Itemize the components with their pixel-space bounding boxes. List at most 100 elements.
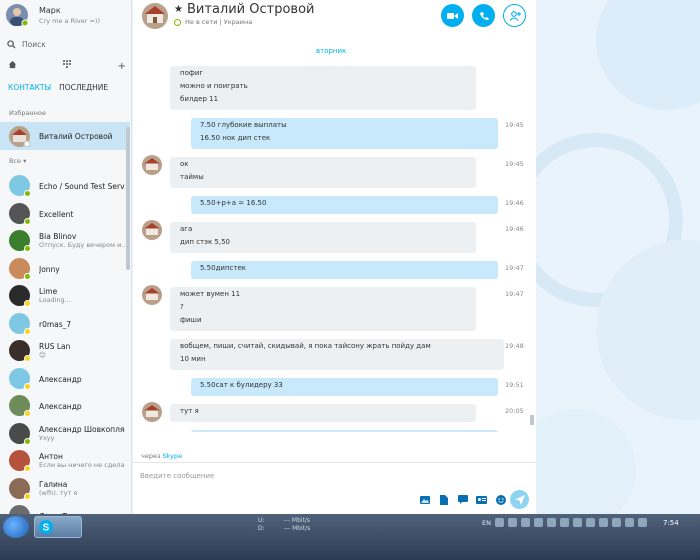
tray-icon-9[interactable]	[598, 518, 608, 527]
tray-icon-2[interactable]	[507, 518, 517, 527]
conversation-header: ★ Виталий Островой Не в сети | Украина	[133, 0, 536, 32]
via-skype-link[interactable]: Skype	[163, 452, 183, 460]
avatar	[9, 340, 31, 362]
search-bar[interactable]: Поиск	[7, 37, 127, 51]
contact-row[interactable]: Lime Loading...	[0, 282, 126, 309]
start-button[interactable]	[3, 516, 29, 538]
message-timestamp: 19:46	[505, 199, 524, 207]
avatar	[9, 285, 31, 307]
message-text: 16.50 нок дип стек	[200, 134, 271, 142]
contact-row[interactable]: Александр	[0, 392, 126, 419]
contact-row[interactable]: r0mas_7	[0, 310, 126, 337]
contact-row[interactable]: Excellent	[0, 200, 126, 227]
tray-icon-1[interactable]	[494, 518, 504, 527]
contact-row[interactable]: Александр	[0, 365, 126, 392]
system-clock[interactable]: 7:54	[663, 519, 679, 527]
sender-avatar[interactable]	[142, 402, 162, 422]
contact-row[interactable]: Александр Шовкопляс Ухуу	[0, 420, 126, 447]
presence-badge	[24, 410, 31, 417]
contact-row[interactable]: Дима Тарасюк	[0, 502, 126, 514]
tray-icon-7[interactable]	[572, 518, 582, 527]
favorite-star-icon[interactable]: ★	[174, 4, 183, 15]
contact-row[interactable]: Галина (wfh). тут я	[0, 475, 126, 502]
taskbar-skype-button[interactable]: S	[34, 516, 82, 538]
contact-row[interactable]: Jonny	[0, 255, 126, 282]
sidebar: Марк Cry me a River =)) Поиск + КОНТАКТЫ…	[0, 0, 132, 514]
tray-icon-11[interactable]	[624, 518, 634, 527]
contact-title: Виталий Островой	[187, 2, 315, 17]
composer-divider	[133, 462, 536, 463]
avatar	[9, 477, 31, 500]
message-timestamp: 19:45	[505, 121, 524, 129]
message-timestamp: 19:46	[505, 225, 524, 233]
contact-name: Excellent	[39, 209, 74, 219]
sender-avatar[interactable]	[142, 220, 162, 240]
background-pattern	[536, 0, 700, 514]
send-button[interactable]	[510, 490, 529, 509]
tray-icon-5[interactable]	[546, 518, 556, 527]
add-icon[interactable]: +	[118, 61, 126, 72]
contact-row[interactable]: Антон Если вы ничего не сдела...	[0, 447, 126, 474]
message-text: таймы	[180, 173, 204, 181]
skype-window: Марк Cry me a River =)) Поиск + КОНТАКТЫ…	[0, 0, 700, 514]
contact-favorite-selected[interactable]: Виталий Островой	[0, 122, 130, 150]
message-text: ага	[180, 225, 193, 233]
add-people-button[interactable]	[503, 4, 526, 27]
avatar	[9, 126, 30, 147]
contact-mood: 😊	[39, 351, 46, 359]
contact-name: Echo / Sound Test Serv...	[39, 182, 125, 191]
dialpad-icon[interactable]	[63, 60, 72, 72]
message-text: 5.50+р+а = 16.50	[200, 199, 267, 207]
send-arrow-icon	[514, 494, 525, 505]
phone-icon	[479, 11, 488, 20]
avatar	[9, 422, 31, 445]
presence-badge	[24, 272, 31, 280]
message-bubble-incoming[interactable]	[170, 404, 476, 422]
sender-avatar[interactable]	[142, 155, 162, 175]
tray-icon-10[interactable]	[611, 518, 621, 527]
emoticon-icon[interactable]	[494, 493, 507, 506]
message-input[interactable]: Введите сообщение	[140, 472, 214, 480]
audio-call-button[interactable]	[472, 4, 495, 27]
favorites-header: Избранное	[9, 109, 46, 117]
volume-icon[interactable]	[637, 518, 647, 527]
contact-row[interactable]: Echo / Sound Test Serv...	[0, 172, 126, 199]
tray-icon-3[interactable]	[520, 518, 530, 527]
message-text: ?	[180, 303, 184, 311]
contact-name: Lime	[39, 287, 58, 296]
my-profile[interactable]: Марк Cry me a River =))	[6, 3, 130, 27]
tray-icon-8[interactable]	[585, 518, 595, 527]
send-image-icon[interactable]	[418, 493, 431, 506]
tray-icon-4[interactable]	[533, 518, 543, 527]
message-text: ок	[180, 160, 189, 168]
avatar	[9, 175, 31, 197]
contact-row[interactable]: Bia Blinov Отпуск. Буду вечером и...	[0, 227, 126, 254]
all-contacts-header[interactable]: Все ▾	[9, 157, 26, 165]
message-timestamp: 19:51	[505, 381, 524, 389]
contact-name: Александр	[39, 402, 82, 411]
contact-row[interactable]: RUS Lan 😊	[0, 337, 126, 364]
message-timestamp: 19:47	[505, 264, 524, 272]
video-message-icon[interactable]	[456, 493, 469, 506]
home-icon[interactable]	[8, 60, 17, 72]
send-file-icon[interactable]	[437, 493, 450, 506]
contact-status: Не в сети | Украина	[174, 18, 252, 26]
video-call-button[interactable]	[441, 4, 464, 27]
tab-contacts[interactable]: КОНТАКТЫ	[8, 83, 51, 92]
avatar	[9, 230, 31, 252]
contact-avatar[interactable]	[142, 3, 168, 29]
message-bubble-incoming[interactable]	[170, 157, 476, 188]
sidebar-scrollbar[interactable]	[126, 127, 130, 270]
contact-mood: Loading...	[39, 296, 71, 304]
tray-icon-6[interactable]	[559, 518, 569, 527]
message-area[interactable]: вторник пофиг можно и поиграть билдер 11 7.…	[133, 32, 536, 432]
presence-badge	[24, 327, 31, 335]
language-indicator[interactable]: EN	[482, 519, 491, 527]
tab-recent[interactable]: ПОСЛЕДНИЕ	[59, 83, 108, 92]
contact-name: Антон	[39, 452, 63, 461]
send-contact-icon[interactable]	[475, 493, 488, 506]
contact-mood: Отпуск. Буду вечером и...	[39, 241, 125, 249]
sender-avatar[interactable]	[142, 285, 162, 305]
messages-scrollbar[interactable]	[530, 415, 534, 425]
presence-badge	[24, 382, 31, 390]
